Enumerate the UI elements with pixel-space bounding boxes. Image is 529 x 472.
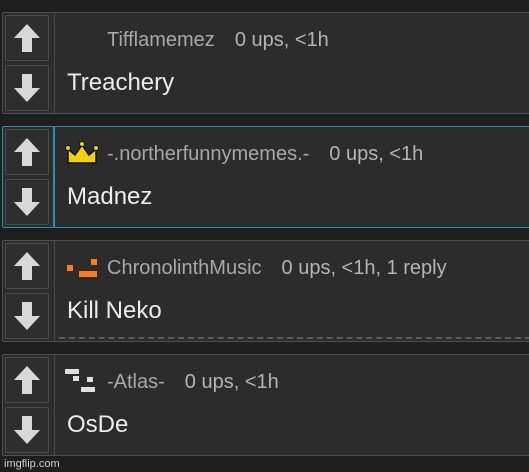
comment-text: OsDe <box>67 411 129 438</box>
arrow-up-icon <box>14 138 40 166</box>
white-pixel-icon <box>65 369 95 392</box>
arrow-down-icon <box>14 302 40 330</box>
comment-text: Madnez <box>67 183 153 210</box>
username-link[interactable]: -Atlas- <box>107 371 165 394</box>
arrow-up-icon <box>14 252 40 280</box>
username-link[interactable]: ChronolinthMusic <box>107 257 262 280</box>
comment-info: 0 ups, <1h, 1 reply <box>281 256 447 279</box>
arrow-down-icon <box>14 416 40 444</box>
upvote-button[interactable] <box>5 15 49 61</box>
downvote-button[interactable] <box>5 179 49 225</box>
comment-info: 0 ups, <1h <box>184 370 279 393</box>
arrow-down-icon <box>14 74 40 102</box>
comment-meta: -.northerfunnymemes.- 0 ups, <1h <box>65 141 423 167</box>
user-badge <box>65 141 101 167</box>
vote-column <box>3 127 55 227</box>
username-link[interactable]: Tifflamemez <box>107 29 215 52</box>
reply-divider <box>59 337 529 339</box>
orange-pixel-icon <box>67 259 97 277</box>
upvote-button[interactable] <box>5 129 49 175</box>
arrow-down-icon <box>14 188 40 216</box>
comment-meta: -Atlas- 0 ups, <1h <box>65 369 279 395</box>
comment: -Atlas- 0 ups, <1h OsDe <box>2 354 529 456</box>
comment: -.northerfunnymemes.- 0 ups, <1h Madnez <box>2 126 529 228</box>
arrow-up-icon <box>14 24 40 52</box>
vote-column <box>3 355 55 455</box>
comment-text: Treachery <box>67 69 175 96</box>
upvote-button[interactable] <box>5 357 49 403</box>
arrow-up-icon <box>14 366 40 394</box>
vote-column <box>3 241 55 341</box>
comment-info: 0 ups, <1h <box>329 142 424 165</box>
comment-text: Kill Neko <box>67 297 162 324</box>
vote-column <box>3 13 55 113</box>
downvote-button[interactable] <box>5 65 49 111</box>
upvote-button[interactable] <box>5 243 49 289</box>
downvote-button[interactable] <box>5 293 49 339</box>
imgflip-watermark: imgflip.com <box>4 458 60 470</box>
user-badge <box>65 255 101 281</box>
comment-meta: Tifflamemez 0 ups, <1h <box>65 27 329 53</box>
downvote-button[interactable] <box>5 407 49 453</box>
crown-icon <box>65 141 99 164</box>
user-badge <box>65 27 101 53</box>
username-link[interactable]: -.northerfunnymemes.- <box>107 143 309 166</box>
comment-info: 0 ups, <1h <box>234 28 329 51</box>
comment: Tifflamemez 0 ups, <1h Treachery <box>2 12 529 114</box>
comment: ChronolinthMusic 0 ups, <1h, 1 reply Kil… <box>2 240 529 342</box>
user-badge <box>65 369 101 395</box>
comment-meta: ChronolinthMusic 0 ups, <1h, 1 reply <box>65 255 447 281</box>
